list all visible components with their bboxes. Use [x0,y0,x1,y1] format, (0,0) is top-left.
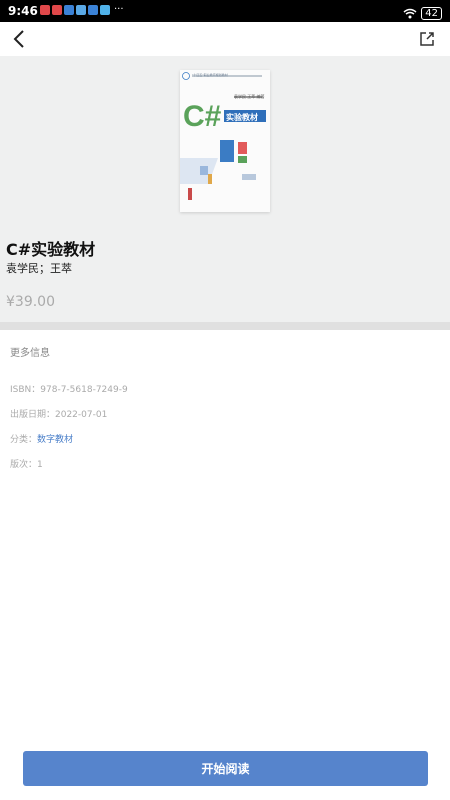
more-info-heading: 更多信息 [10,348,50,359]
share-button[interactable] [416,28,438,50]
svg-text:C#: C# [183,100,222,133]
section-divider [0,322,450,330]
book-title: C#实验教材 [6,240,96,259]
chevron-left-icon [13,30,24,48]
share-external-icon [420,32,434,46]
category-label: 分类： [10,435,38,445]
notification-icons: ··· [40,5,124,15]
book-authors: 袁学民；王萃 [6,262,72,275]
notification-icon [64,5,74,15]
status-right: 42 [403,4,442,23]
book-price: ¥39.00 [6,294,55,310]
notification-icon [100,5,110,15]
battery-icon: 42 [421,7,442,20]
cover-subtitle: 实验教材 [226,113,258,122]
top-nav [0,22,450,56]
category-row: 分类：数字教材 [10,432,73,445]
start-reading-button[interactable]: 开始阅读 [23,751,428,786]
cover-publisher-line: "十四五"职业教育规划教材 [192,73,228,77]
notification-icon [76,5,86,15]
book-cover[interactable]: C# "十四五"职业教育规划教材 袁学民 王萃 编著 实验教材 [180,70,270,212]
status-time: 9:46 [8,4,38,18]
notification-icon [52,5,62,15]
more-notifications-icon: ··· [114,4,124,15]
category-link[interactable]: 数字教材 [37,435,73,445]
cover-authors: 袁学民 王萃 编著 [234,94,265,99]
edition-row: 版次：1 [10,460,43,470]
status-bar: 9:46 ··· 42 [0,0,450,22]
isbn-row: ISBN：978-7-5618-7249-9 [10,385,128,395]
back-button[interactable] [6,26,32,52]
publish-date-row: 出版日期：2022-07-01 [10,410,108,420]
book-header: C# "十四五"职业教育规划教材 袁学民 王萃 编著 实验教材 C#实验教材 袁… [0,56,450,324]
notification-icon [88,5,98,15]
notification-icon [40,5,50,15]
wifi-icon [403,4,417,23]
